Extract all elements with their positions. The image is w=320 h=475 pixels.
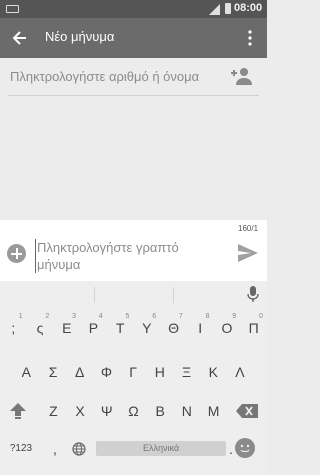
- key[interactable]: Ω: [120, 397, 147, 425]
- key[interactable]: Γ: [120, 358, 147, 386]
- mic-icon[interactable]: [247, 286, 259, 303]
- key[interactable]: Κ: [200, 358, 227, 386]
- status-bar: 08:00: [0, 0, 267, 18]
- key-hint: 5: [125, 313, 130, 320]
- emoji-icon[interactable]: [235, 438, 255, 458]
- globe-icon[interactable]: [72, 442, 86, 456]
- keyboard: ; 1 ς 2 Ε 3 Ρ 4 Τ 5 Υ 6 Θ 7 Ι 8 Ο 9 Π 0 ΑΣΔΦΓΗΞΚΛ ΖΧΨΩΒΝΜ ?…: [0, 281, 267, 475]
- key[interactable]: Λ: [227, 358, 254, 386]
- key[interactable]: Υ: [134, 314, 161, 342]
- key[interactable]: Β: [147, 397, 174, 425]
- recipient-input[interactable]: Πληκτρολογήστε αριθμό ή όνομα: [10, 69, 199, 84]
- message-input[interactable]: Πληκτρολογήστε γραπτό μήνυμα: [37, 239, 227, 273]
- key[interactable]: Δ: [66, 358, 93, 386]
- key-hint: 4: [98, 313, 103, 320]
- suggestion-divider: [94, 287, 95, 303]
- key-hint: 9: [232, 313, 237, 320]
- key-hint: 6: [152, 313, 157, 320]
- key[interactable]: ς: [27, 314, 54, 342]
- recipient-row: Πληκτρολογήστε αριθμό ή όνομα: [0, 58, 267, 96]
- key-hint: 1: [18, 313, 23, 320]
- key-hint: 0: [259, 313, 263, 320]
- message-placeholder-line2: μήνυμα: [37, 257, 81, 272]
- recipient-divider: [8, 95, 259, 96]
- keyboard-icon: [6, 5, 19, 13]
- key[interactable]: Ζ: [40, 397, 67, 425]
- suggestion-divider: [173, 287, 174, 303]
- key[interactable]: Α: [13, 358, 40, 386]
- compose-area: 160/1 Πληκτρολογήστε γραπτό μήνυμα: [0, 220, 267, 281]
- comma-key[interactable]: ,: [44, 435, 66, 463]
- attach-icon[interactable]: [7, 244, 26, 263]
- key[interactable]: Σ: [40, 358, 67, 386]
- key-hint: 8: [205, 313, 210, 320]
- suggestion-strip: [0, 281, 267, 308]
- key[interactable]: Ξ: [173, 358, 200, 386]
- signal-icon: [209, 4, 220, 15]
- text-cursor: [35, 239, 36, 273]
- clock: 08:00: [234, 2, 263, 14]
- battery-icon: [225, 3, 231, 14]
- send-icon[interactable]: [237, 242, 259, 264]
- key[interactable]: Μ: [200, 397, 227, 425]
- add-contact-icon[interactable]: [230, 66, 252, 86]
- backspace-icon[interactable]: [236, 404, 258, 418]
- key[interactable]: Τ: [107, 314, 134, 342]
- key[interactable]: Φ: [93, 358, 120, 386]
- shift-icon[interactable]: [9, 402, 27, 420]
- key[interactable]: Ψ: [93, 397, 120, 425]
- key[interactable]: Χ: [67, 397, 94, 425]
- key[interactable]: Ε: [53, 314, 80, 342]
- key[interactable]: Η: [147, 358, 174, 386]
- key[interactable]: Ο: [214, 314, 241, 342]
- key[interactable]: Ν: [174, 397, 201, 425]
- space-bar[interactable]: Ελληνικά: [96, 441, 226, 456]
- back-arrow-icon[interactable]: [10, 28, 30, 48]
- overflow-menu-icon[interactable]: [246, 28, 254, 48]
- char-counter: 160/1: [238, 224, 259, 233]
- page-title: Νέο μήνυμα: [45, 29, 115, 44]
- symbols-key[interactable]: ?123: [4, 435, 38, 463]
- key-hint: 2: [45, 313, 50, 320]
- key-hint: 7: [178, 313, 183, 320]
- key-hint: 3: [72, 313, 76, 320]
- app-bar: Νέο μήνυμα: [0, 18, 267, 58]
- message-placeholder-line1: Πληκτρολογήστε γραπτό: [37, 240, 179, 255]
